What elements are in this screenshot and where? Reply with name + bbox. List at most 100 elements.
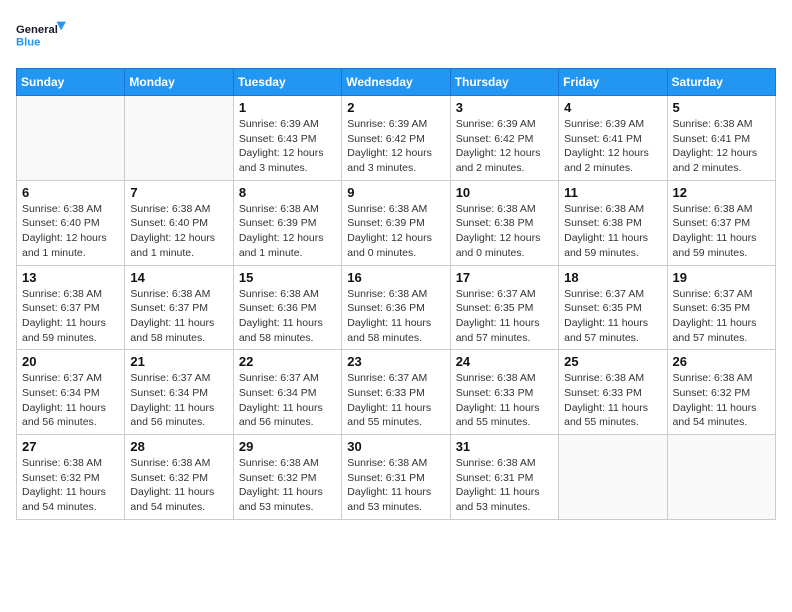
- day-number: 17: [456, 270, 553, 285]
- calendar-cell: 13 Sunrise: 6:38 AMSunset: 6:37 PMDayligh…: [17, 265, 125, 350]
- day-detail: Sunrise: 6:38 AMSunset: 6:39 PMDaylight:…: [239, 202, 336, 261]
- day-number: 30: [347, 439, 444, 454]
- day-number: 15: [239, 270, 336, 285]
- calendar-cell: 11 Sunrise: 6:38 AMSunset: 6:38 PMDayligh…: [559, 180, 667, 265]
- weekday-header-tuesday: Tuesday: [233, 69, 341, 96]
- calendar-table: SundayMondayTuesdayWednesdayThursdayFrid…: [16, 68, 776, 520]
- calendar-cell: 29 Sunrise: 6:38 AMSunset: 6:32 PMDayligh…: [233, 435, 341, 520]
- day-number: 5: [673, 100, 770, 115]
- day-detail: Sunrise: 6:38 AMSunset: 6:38 PMDaylight:…: [564, 202, 661, 261]
- day-detail: Sunrise: 6:37 AMSunset: 6:35 PMDaylight:…: [456, 287, 553, 346]
- calendar-cell: 1 Sunrise: 6:39 AMSunset: 6:43 PMDaylight…: [233, 96, 341, 181]
- day-detail: Sunrise: 6:38 AMSunset: 6:38 PMDaylight:…: [456, 202, 553, 261]
- day-number: 2: [347, 100, 444, 115]
- calendar-cell: 7 Sunrise: 6:38 AMSunset: 6:40 PMDaylight…: [125, 180, 233, 265]
- day-detail: Sunrise: 6:38 AMSunset: 6:37 PMDaylight:…: [130, 287, 227, 346]
- calendar-cell: 10 Sunrise: 6:38 AMSunset: 6:38 PMDayligh…: [450, 180, 558, 265]
- day-number: 21: [130, 354, 227, 369]
- day-detail: Sunrise: 6:38 AMSunset: 6:32 PMDaylight:…: [239, 456, 336, 515]
- day-detail: Sunrise: 6:38 AMSunset: 6:32 PMDaylight:…: [22, 456, 119, 515]
- calendar-cell: 15 Sunrise: 6:38 AMSunset: 6:36 PMDayligh…: [233, 265, 341, 350]
- weekday-header-thursday: Thursday: [450, 69, 558, 96]
- day-number: 22: [239, 354, 336, 369]
- day-detail: Sunrise: 6:37 AMSunset: 6:35 PMDaylight:…: [564, 287, 661, 346]
- weekday-header-monday: Monday: [125, 69, 233, 96]
- calendar-cell: [667, 435, 775, 520]
- calendar-cell: 30 Sunrise: 6:38 AMSunset: 6:31 PMDayligh…: [342, 435, 450, 520]
- day-number: 6: [22, 185, 119, 200]
- calendar-cell: 20Sunrise: 6:37 AMSunset: 6:34 PMDayligh…: [17, 350, 125, 435]
- calendar-cell: 8 Sunrise: 6:38 AMSunset: 6:39 PMDaylight…: [233, 180, 341, 265]
- day-detail: Sunrise: 6:38 AMSunset: 6:33 PMDaylight:…: [564, 371, 661, 430]
- day-number: 29: [239, 439, 336, 454]
- calendar-cell: 9 Sunrise: 6:38 AMSunset: 6:39 PMDaylight…: [342, 180, 450, 265]
- day-number: 27: [22, 439, 119, 454]
- day-detail: Sunrise: 6:38 AMSunset: 6:39 PMDaylight:…: [347, 202, 444, 261]
- day-detail: Sunrise: 6:38 AMSunset: 6:33 PMDaylight:…: [456, 371, 553, 430]
- day-number: 3: [456, 100, 553, 115]
- calendar-cell: 5 Sunrise: 6:38 AMSunset: 6:41 PMDaylight…: [667, 96, 775, 181]
- calendar-cell: 21Sunrise: 6:37 AMSunset: 6:34 PMDayligh…: [125, 350, 233, 435]
- calendar-cell: 3 Sunrise: 6:39 AMSunset: 6:42 PMDaylight…: [450, 96, 558, 181]
- weekday-header-saturday: Saturday: [667, 69, 775, 96]
- day-number: 13: [22, 270, 119, 285]
- logo-icon: General Blue: [16, 16, 66, 56]
- calendar-cell: 22Sunrise: 6:37 AMSunset: 6:34 PMDayligh…: [233, 350, 341, 435]
- day-number: 8: [239, 185, 336, 200]
- day-number: 28: [130, 439, 227, 454]
- calendar-cell: [17, 96, 125, 181]
- day-number: 1: [239, 100, 336, 115]
- calendar-cell: 2 Sunrise: 6:39 AMSunset: 6:42 PMDaylight…: [342, 96, 450, 181]
- day-number: 4: [564, 100, 661, 115]
- day-detail: Sunrise: 6:38 AMSunset: 6:37 PMDaylight:…: [22, 287, 119, 346]
- weekday-header-wednesday: Wednesday: [342, 69, 450, 96]
- day-number: 31: [456, 439, 553, 454]
- day-detail: Sunrise: 6:37 AMSunset: 6:34 PMDaylight:…: [22, 371, 119, 430]
- day-number: 25: [564, 354, 661, 369]
- calendar-cell: 26Sunrise: 6:38 AMSunset: 6:32 PMDayligh…: [667, 350, 775, 435]
- page-header: General Blue: [16, 16, 776, 56]
- day-detail: Sunrise: 6:39 AMSunset: 6:43 PMDaylight:…: [239, 117, 336, 176]
- day-detail: Sunrise: 6:39 AMSunset: 6:41 PMDaylight:…: [564, 117, 661, 176]
- day-detail: Sunrise: 6:38 AMSunset: 6:32 PMDaylight:…: [130, 456, 227, 515]
- weekday-header-friday: Friday: [559, 69, 667, 96]
- calendar-cell: 23Sunrise: 6:37 AMSunset: 6:33 PMDayligh…: [342, 350, 450, 435]
- calendar-week-1: 1 Sunrise: 6:39 AMSunset: 6:43 PMDaylight…: [17, 96, 776, 181]
- day-number: 14: [130, 270, 227, 285]
- day-number: 11: [564, 185, 661, 200]
- day-detail: Sunrise: 6:38 AMSunset: 6:36 PMDaylight:…: [239, 287, 336, 346]
- day-detail: Sunrise: 6:38 AMSunset: 6:41 PMDaylight:…: [673, 117, 770, 176]
- day-detail: Sunrise: 6:37 AMSunset: 6:33 PMDaylight:…: [347, 371, 444, 430]
- svg-text:Blue: Blue: [16, 36, 40, 48]
- calendar-week-2: 6 Sunrise: 6:38 AMSunset: 6:40 PMDaylight…: [17, 180, 776, 265]
- calendar-week-5: 27 Sunrise: 6:38 AMSunset: 6:32 PMDayligh…: [17, 435, 776, 520]
- calendar-cell: 18 Sunrise: 6:37 AMSunset: 6:35 PMDayligh…: [559, 265, 667, 350]
- day-number: 7: [130, 185, 227, 200]
- day-number: 12: [673, 185, 770, 200]
- calendar-cell: 6Sunrise: 6:38 AMSunset: 6:40 PMDaylight…: [17, 180, 125, 265]
- weekday-header-sunday: Sunday: [17, 69, 125, 96]
- calendar-cell: [125, 96, 233, 181]
- day-number: 18: [564, 270, 661, 285]
- calendar-cell: 31Sunrise: 6:38 AMSunset: 6:31 PMDayligh…: [450, 435, 558, 520]
- day-detail: Sunrise: 6:37 AMSunset: 6:35 PMDaylight:…: [673, 287, 770, 346]
- calendar-cell: 28 Sunrise: 6:38 AMSunset: 6:32 PMDayligh…: [125, 435, 233, 520]
- logo: General Blue: [16, 16, 66, 56]
- weekday-header-row: SundayMondayTuesdayWednesdayThursdayFrid…: [17, 69, 776, 96]
- day-detail: Sunrise: 6:38 AMSunset: 6:31 PMDaylight:…: [347, 456, 444, 515]
- day-detail: Sunrise: 6:39 AMSunset: 6:42 PMDaylight:…: [347, 117, 444, 176]
- calendar-week-4: 20Sunrise: 6:37 AMSunset: 6:34 PMDayligh…: [17, 350, 776, 435]
- day-number: 10: [456, 185, 553, 200]
- calendar-cell: 4 Sunrise: 6:39 AMSunset: 6:41 PMDaylight…: [559, 96, 667, 181]
- day-detail: Sunrise: 6:38 AMSunset: 6:32 PMDaylight:…: [673, 371, 770, 430]
- calendar-cell: 17 Sunrise: 6:37 AMSunset: 6:35 PMDayligh…: [450, 265, 558, 350]
- day-detail: Sunrise: 6:38 AMSunset: 6:36 PMDaylight:…: [347, 287, 444, 346]
- calendar-cell: 16Sunrise: 6:38 AMSunset: 6:36 PMDayligh…: [342, 265, 450, 350]
- calendar-week-3: 13 Sunrise: 6:38 AMSunset: 6:37 PMDayligh…: [17, 265, 776, 350]
- calendar-cell: 24Sunrise: 6:38 AMSunset: 6:33 PMDayligh…: [450, 350, 558, 435]
- day-number: 19: [673, 270, 770, 285]
- day-detail: Sunrise: 6:39 AMSunset: 6:42 PMDaylight:…: [456, 117, 553, 176]
- calendar-cell: [559, 435, 667, 520]
- day-number: 9: [347, 185, 444, 200]
- day-detail: Sunrise: 6:38 AMSunset: 6:40 PMDaylight:…: [130, 202, 227, 261]
